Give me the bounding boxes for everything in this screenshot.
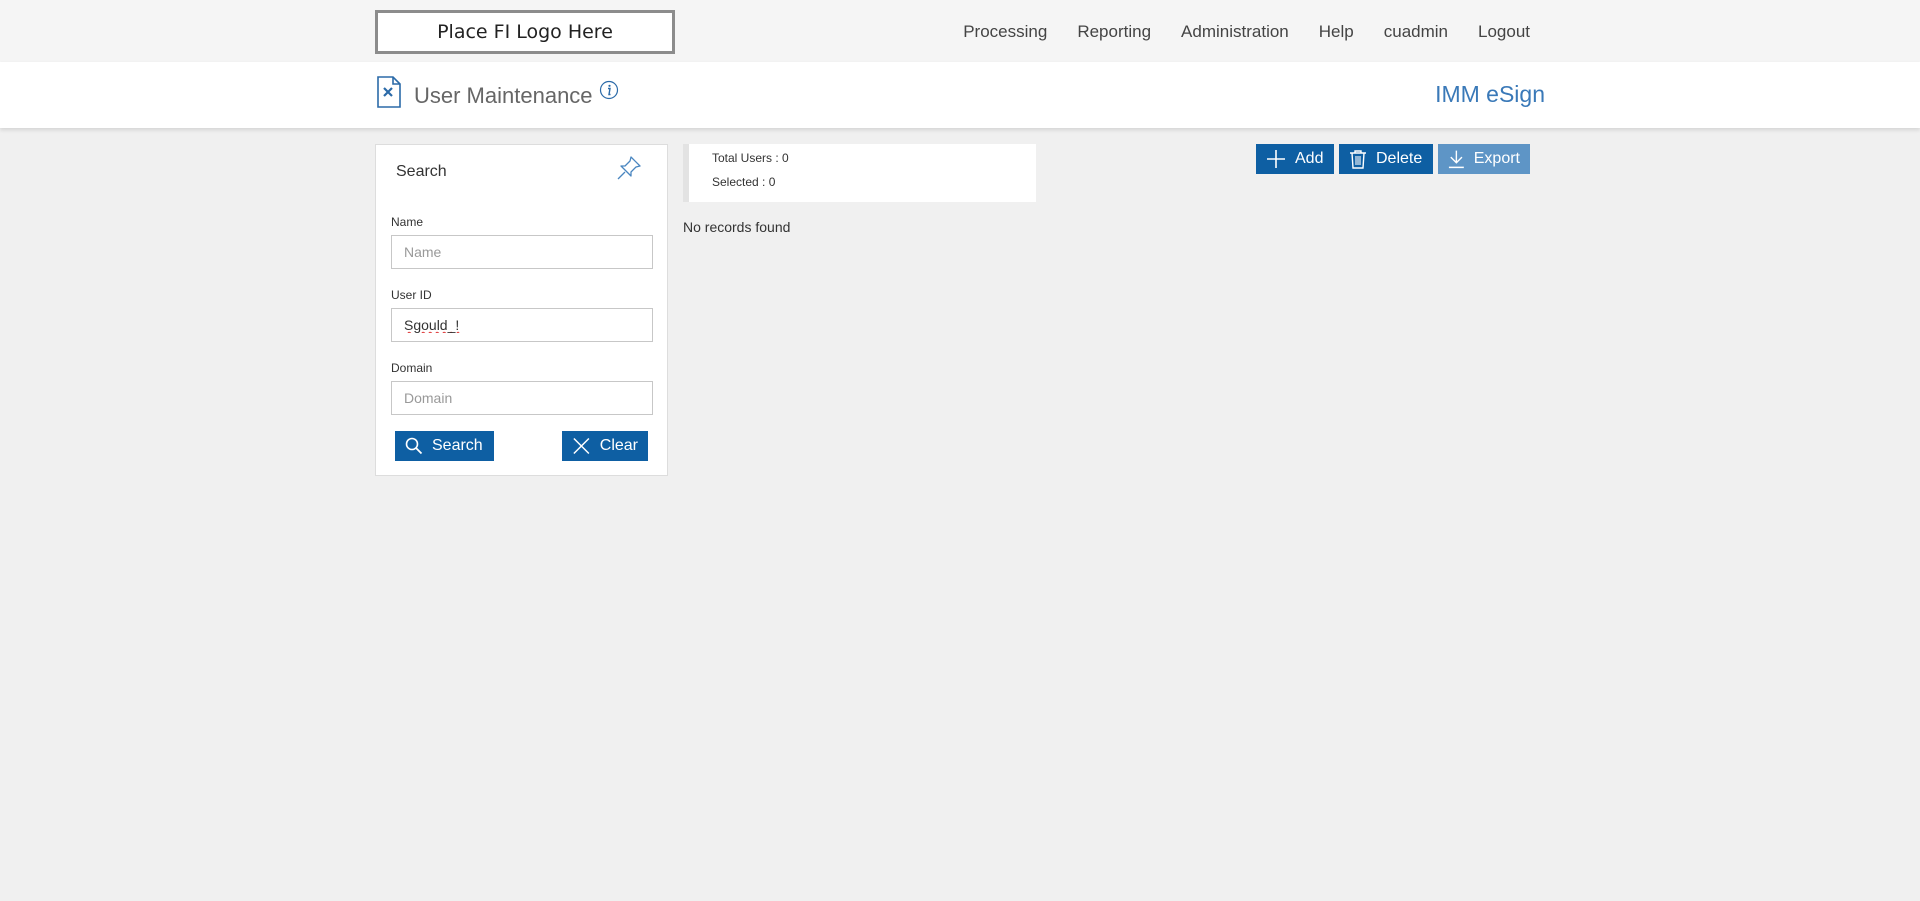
search-panel: Search Name User ID Domain Search Clear — [375, 144, 668, 476]
nav-user-menu[interactable]: cuadmin — [1384, 22, 1448, 42]
selected-count: Selected : 0 — [712, 175, 776, 189]
results-summary: Total Users : 0 Selected : 0 — [683, 144, 1036, 202]
file-x-icon — [377, 76, 401, 108]
nav-logout[interactable]: Logout — [1478, 22, 1530, 42]
add-button-label: Add — [1295, 150, 1324, 167]
nav-help[interactable]: Help — [1319, 22, 1354, 42]
empty-results-message: No records found — [683, 219, 791, 235]
add-user-button[interactable]: Add — [1256, 144, 1334, 174]
domain-input[interactable] — [391, 381, 653, 415]
trash-icon — [1350, 150, 1366, 169]
user-id-input[interactable] — [391, 308, 653, 342]
search-button[interactable]: Search — [395, 431, 494, 461]
info-icon[interactable] — [599, 80, 619, 100]
search-panel-title: Search — [396, 163, 447, 180]
brand-name: IMM eSign — [1435, 81, 1545, 107]
top-navigation-bar: Place FI Logo Here Processing Reporting … — [0, 0, 1920, 62]
logo-placeholder[interactable]: Place FI Logo Here — [375, 10, 675, 54]
clear-button[interactable]: Clear — [562, 431, 648, 461]
close-icon — [573, 437, 590, 455]
page-title: User Maintenance — [414, 83, 593, 108]
pin-icon[interactable] — [614, 153, 644, 183]
delete-button-label: Delete — [1376, 150, 1423, 167]
download-icon — [1448, 150, 1464, 169]
domain-label: Domain — [391, 361, 433, 375]
clear-button-label: Clear — [599, 437, 638, 454]
plus-icon — [1267, 150, 1285, 168]
export-button[interactable]: Export — [1438, 144, 1530, 174]
nav-reporting[interactable]: Reporting — [1077, 22, 1151, 42]
name-label: Name — [391, 215, 424, 229]
delete-user-button[interactable]: Delete — [1339, 144, 1433, 174]
user-id-label: User ID — [391, 288, 432, 302]
page-header: User Maintenance IMM eSign — [0, 62, 1920, 128]
name-input[interactable] — [391, 235, 653, 269]
main-nav: Processing Reporting Administration Help… — [963, 22, 1530, 42]
search-button-label: Search — [432, 437, 483, 454]
export-button-label: Export — [1473, 150, 1520, 167]
total-users-count: Total Users : 0 — [712, 151, 789, 165]
nav-administration[interactable]: Administration — [1181, 22, 1289, 42]
search-icon — [405, 437, 423, 455]
nav-processing[interactable]: Processing — [963, 22, 1047, 42]
